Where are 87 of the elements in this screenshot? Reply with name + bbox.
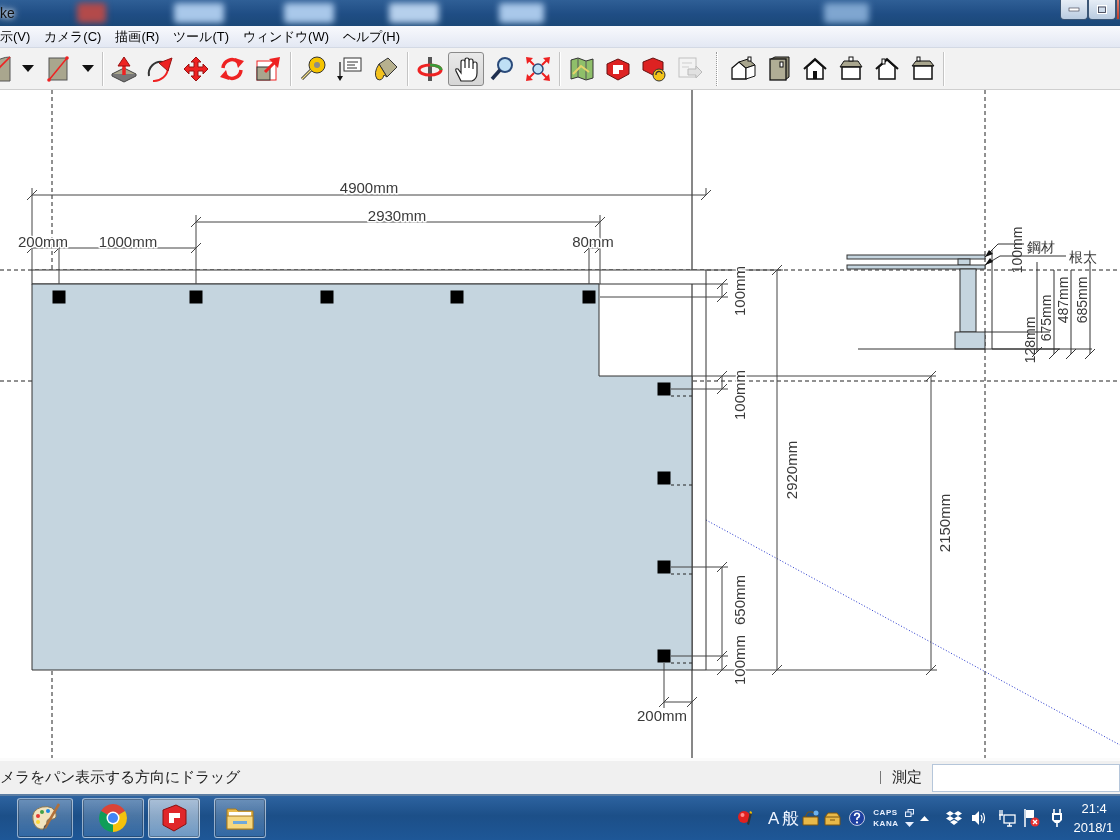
dimension-label: 487mm (1055, 276, 1071, 324)
clock-time[interactable]: 21:4 (1073, 799, 1114, 818)
box-icon (766, 55, 792, 82)
caps-lock-indicator: CAPS (873, 808, 899, 817)
minimize-icon (1069, 8, 1079, 11)
push-pull-icon (111, 55, 137, 82)
blurred-thumbnail (76, 3, 106, 23)
scale-icon (255, 55, 281, 82)
blurred-thumbnail (388, 3, 439, 23)
text-label-icon (336, 55, 362, 82)
house-outline-icon (874, 55, 900, 82)
menu-item[interactable]: 描画(R) (115, 27, 160, 46)
rectangle-icon (45, 55, 71, 82)
dimension-label: 100mm (1009, 226, 1025, 274)
move-arrows-icon (183, 55, 209, 82)
follow-me-icon (147, 55, 173, 82)
dimension-label: 1000mm (98, 233, 158, 250)
map-icon (569, 55, 595, 82)
maximize-button[interactable] (1088, 0, 1116, 20)
explorer-app-button[interactable] (214, 798, 266, 838)
dimension-label: 2150mm (936, 493, 953, 553)
menu-item[interactable]: カメラ(C) (44, 27, 102, 46)
flag-error-icon[interactable] (1023, 809, 1041, 827)
leader-label: 鋼材 (1027, 239, 1055, 255)
status-hint: メラをパン表示する方向にドラッグ (0, 768, 240, 787)
sketchup-app-button[interactable] (148, 798, 200, 838)
house-3d-icon (730, 55, 756, 82)
house-roof-icon (838, 55, 864, 82)
dimension-label: 80mm (572, 233, 614, 250)
menu-item[interactable]: 示(V) (0, 27, 31, 46)
dimension-label: 200mm (637, 707, 687, 724)
measurement-label: 測定 (892, 768, 922, 787)
dimension-label: 200mm (18, 233, 68, 250)
caret-down-icon[interactable] (905, 822, 915, 827)
ime-mode-indicator[interactable]: A (768, 809, 780, 827)
rotate-icon (219, 55, 245, 82)
minimize-button[interactable] (1060, 0, 1088, 20)
restore-icon[interactable] (905, 809, 915, 817)
caret-icon (82, 65, 94, 72)
caret-up-icon[interactable] (920, 815, 930, 821)
blurred-thumbnail (823, 3, 869, 23)
dimension-label: 2920mm (783, 440, 800, 500)
chrome-app-button[interactable] (82, 798, 144, 838)
house-door-icon (802, 55, 828, 82)
orbit-icon (417, 55, 443, 82)
dimension-label: 100mm (731, 635, 748, 685)
blurred-thumbnail (283, 3, 334, 23)
help-icon[interactable] (849, 810, 866, 826)
menu-item[interactable]: ツール(T) (173, 27, 230, 46)
paint-bucket-icon (372, 55, 398, 82)
dimension-label: 2930mm (367, 207, 427, 224)
dimension-label: 685mm (1074, 276, 1090, 324)
speaker-icon[interactable] (972, 811, 988, 825)
toolbox-icon[interactable] (824, 810, 842, 826)
dimension-label: 128mm (1022, 316, 1038, 364)
caret-icon (22, 65, 34, 72)
dimension-label: 675mm (1038, 294, 1054, 342)
menu-item[interactable]: ヘルプ(H) (343, 27, 401, 46)
power-plug-icon[interactable] (1050, 809, 1065, 827)
magnifier-icon (489, 55, 515, 82)
blurred-thumbnail (173, 3, 224, 23)
measurement-field[interactable] (932, 763, 1120, 792)
pan-tool-button[interactable] (448, 51, 484, 86)
kana-lock-indicator: KANA (873, 819, 899, 828)
window-title: ke (0, 5, 15, 21)
tape-measure-icon (300, 55, 326, 82)
network-icon[interactable] (999, 809, 1017, 827)
dimension-label: 100mm (731, 370, 748, 420)
dimension-label: 650mm (731, 575, 748, 625)
ball-stylus-icon[interactable] (738, 809, 754, 827)
maximize-icon (1097, 5, 1107, 14)
toolbox-icon[interactable] (802, 810, 820, 826)
menu-item[interactable]: ウィンドウ(W) (243, 27, 329, 46)
hand-icon (453, 55, 479, 82)
house-roof-icon (910, 55, 936, 82)
dimension-label: 100mm (731, 266, 748, 316)
browser-ring-icon (97, 802, 129, 834)
dropbox-icon[interactable] (946, 811, 963, 825)
blurred-thumbnail (498, 3, 544, 23)
dimension-label: 4900mm (339, 179, 399, 196)
close-button[interactable] (1116, 0, 1120, 20)
zoom-extents-icon (525, 55, 551, 82)
paint-app-button[interactable] (17, 798, 73, 838)
clock-date[interactable]: 2018/1 (1073, 818, 1114, 837)
ime-input-mode[interactable]: 般 (782, 809, 800, 827)
leader-label: 根太 (1069, 249, 1097, 265)
box-refresh-icon (641, 55, 667, 82)
